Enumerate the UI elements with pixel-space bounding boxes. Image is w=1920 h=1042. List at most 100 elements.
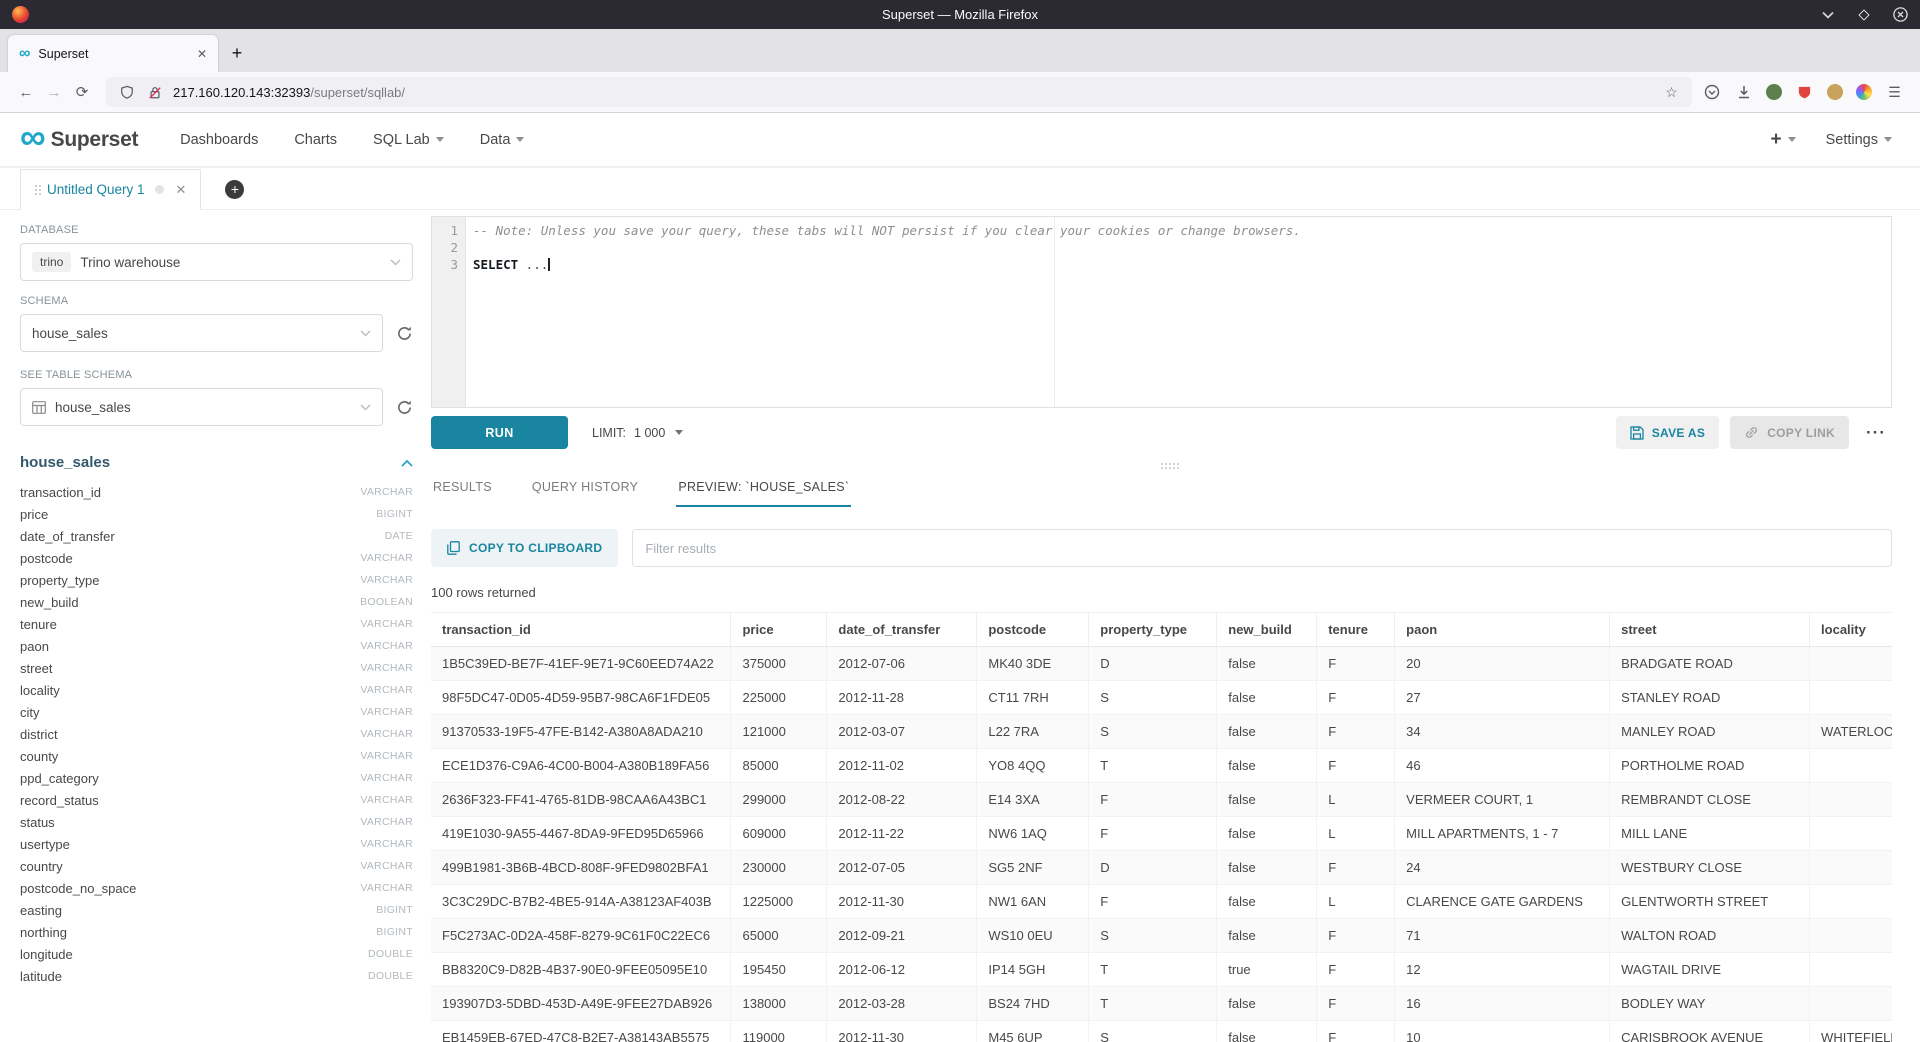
sql-editor[interactable]: 1 2 3 -- Note: Unless you save your quer… — [431, 216, 1892, 408]
schema-column-row[interactable]: countryVARCHAR — [20, 855, 413, 877]
schema-column-row[interactable]: cityVARCHAR — [20, 701, 413, 723]
schema-column-row[interactable]: streetVARCHAR — [20, 657, 413, 679]
schema-column-row[interactable]: priceBIGINT — [20, 503, 413, 525]
schema-column-row[interactable]: northingBIGINT — [20, 921, 413, 943]
schema-column-row[interactable]: districtVARCHAR — [20, 723, 413, 745]
nav-item-data[interactable]: Data — [480, 132, 525, 148]
results-column-header[interactable]: paon — [1395, 613, 1610, 647]
results-cell: L22 7RA — [977, 715, 1089, 749]
back-icon[interactable]: ← — [12, 84, 40, 101]
results-column-header[interactable]: tenure — [1317, 613, 1395, 647]
schema-column-row[interactable]: tenureVARCHAR — [20, 613, 413, 635]
collapse-table-icon[interactable] — [401, 459, 413, 467]
refresh-table-icon[interactable] — [396, 399, 413, 416]
download-icon[interactable] — [1734, 83, 1753, 102]
results-column-header[interactable]: new_build — [1217, 613, 1317, 647]
nav-item-dashboards[interactable]: Dashboards — [180, 132, 258, 148]
extension-monkey-icon[interactable] — [1827, 84, 1843, 100]
column-type: VARCHAR — [360, 640, 413, 652]
copy-to-clipboard-button[interactable]: COPY TO CLIPBOARD — [431, 529, 618, 567]
menu-icon[interactable]: ☰ — [1885, 83, 1904, 102]
schema-column-row[interactable]: longitudeDOUBLE — [20, 943, 413, 965]
reload-icon[interactable]: ⟳ — [68, 83, 96, 101]
table-select[interactable]: house_sales — [20, 388, 383, 426]
pocket-icon[interactable] — [1702, 83, 1721, 102]
extension-badger-icon[interactable] — [1766, 84, 1782, 100]
results-cell: F — [1089, 783, 1217, 817]
schema-column-row[interactable]: property_typeVARCHAR — [20, 569, 413, 591]
column-type: VARCHAR — [360, 750, 413, 762]
window-maximize-button[interactable] — [1856, 7, 1872, 23]
results-cell: false — [1217, 919, 1317, 953]
schema-column-row[interactable]: date_of_transferDATE — [20, 525, 413, 547]
settings-menu[interactable]: Settings — [1826, 132, 1892, 148]
add-new-menu[interactable]: + — [1770, 129, 1795, 151]
query-tab[interactable]: Untitled Query 1 ✕ — [20, 169, 201, 210]
schema-column-row[interactable]: ppd_categoryVARCHAR — [20, 767, 413, 789]
results-cell: 2012-03-07 — [827, 715, 977, 749]
schema-column-row[interactable]: localityVARCHAR — [20, 679, 413, 701]
database-select[interactable]: trino Trino warehouse — [20, 243, 413, 281]
results-column-header[interactable]: property_type — [1089, 613, 1217, 647]
results-column-header[interactable]: price — [731, 613, 827, 647]
window-minimize-button[interactable] — [1820, 7, 1836, 23]
nav-item-sql-lab[interactable]: SQL Lab — [373, 132, 444, 148]
limit-dropdown[interactable]: LIMIT: 1 000 — [592, 426, 683, 440]
editor-code[interactable]: -- Note: Unless you save your query, the… — [466, 217, 1891, 407]
schema-column-row[interactable]: countyVARCHAR — [20, 745, 413, 767]
results-column-header[interactable]: postcode — [977, 613, 1089, 647]
schema-column-row[interactable]: eastingBIGINT — [20, 899, 413, 921]
results-cell: L — [1317, 817, 1395, 851]
results-column-header[interactable]: transaction_id — [431, 613, 731, 647]
insecure-lock-icon[interactable] — [145, 83, 164, 102]
column-type: VARCHAR — [360, 618, 413, 630]
schema-column-row[interactable]: latitudeDOUBLE — [20, 965, 413, 987]
new-query-tab-button[interactable]: + — [225, 180, 244, 199]
window-close-button[interactable] — [1892, 7, 1908, 23]
results-table-container[interactable]: transaction_idpricedate_of_transferpostc… — [431, 612, 1892, 1042]
results-cell: MILL LANE — [1610, 817, 1810, 851]
more-options-button[interactable]: ··· — [1860, 423, 1892, 443]
schema-select[interactable]: house_sales — [20, 314, 383, 352]
tab-close-icon[interactable]: ✕ — [197, 47, 207, 61]
sqllab-left-panel[interactable]: DATABASE trino Trino warehouse SCHEMA ho… — [0, 210, 431, 1042]
table-name-heading[interactable]: house_sales — [20, 454, 110, 471]
schema-column-list[interactable]: transaction_idVARCHARpriceBIGINTdate_of_… — [20, 481, 413, 987]
tab-results[interactable]: RESULTS — [431, 472, 494, 507]
schema-column-row[interactable]: new_buildBOOLEAN — [20, 591, 413, 613]
copy-link-button[interactable]: COPY LINK — [1730, 416, 1849, 449]
forward-icon[interactable]: → — [40, 84, 68, 101]
ublock-icon[interactable] — [1795, 83, 1814, 102]
schema-column-row[interactable]: usertypeVARCHAR — [20, 833, 413, 855]
schema-column-row[interactable]: paonVARCHAR — [20, 635, 413, 657]
bookmark-star-icon[interactable]: ☆ — [1662, 83, 1681, 102]
results-column-header[interactable]: date_of_transfer — [827, 613, 977, 647]
filter-results-input[interactable] — [632, 529, 1892, 567]
extension-pinwheel-icon[interactable] — [1856, 84, 1872, 100]
schema-column-row[interactable]: postcode_no_spaceVARCHAR — [20, 877, 413, 899]
tab-preview-house-sales[interactable]: PREVIEW: `HOUSE_SALES` — [676, 472, 851, 507]
refresh-schema-icon[interactable] — [396, 325, 413, 342]
schema-column-row[interactable]: transaction_idVARCHAR — [20, 481, 413, 503]
chevron-down-icon — [360, 330, 371, 337]
url-text[interactable]: 217.160.120.143:32393/superset/sqllab/ — [173, 85, 1653, 100]
results-cell: 230000 — [731, 851, 827, 885]
query-tab-close-icon[interactable]: ✕ — [176, 182, 187, 198]
drag-handle-icon[interactable] — [35, 185, 37, 187]
nav-item-charts[interactable]: Charts — [294, 132, 337, 148]
tracking-shield-icon[interactable] — [117, 83, 136, 102]
pane-splitter[interactable] — [431, 457, 1892, 470]
schema-column-row[interactable]: postcodeVARCHAR — [20, 547, 413, 569]
new-tab-button[interactable]: + — [222, 38, 252, 68]
url-bar[interactable]: 217.160.120.143:32393/superset/sqllab/ ☆ — [106, 77, 1692, 107]
schema-column-row[interactable]: statusVARCHAR — [20, 811, 413, 833]
results-column-header[interactable]: locality — [1810, 613, 1892, 647]
superset-brand[interactable]: ∞ Superset — [20, 128, 138, 152]
results-column-header[interactable]: street — [1610, 613, 1810, 647]
run-button[interactable]: RUN — [431, 416, 568, 449]
browser-tab[interactable]: ∞ Superset ✕ — [8, 35, 218, 72]
save-as-button[interactable]: SAVE AS — [1616, 416, 1719, 449]
tab-query-history[interactable]: QUERY HISTORY — [530, 472, 640, 507]
schema-column-row[interactable]: record_statusVARCHAR — [20, 789, 413, 811]
column-type: DOUBLE — [368, 948, 413, 960]
